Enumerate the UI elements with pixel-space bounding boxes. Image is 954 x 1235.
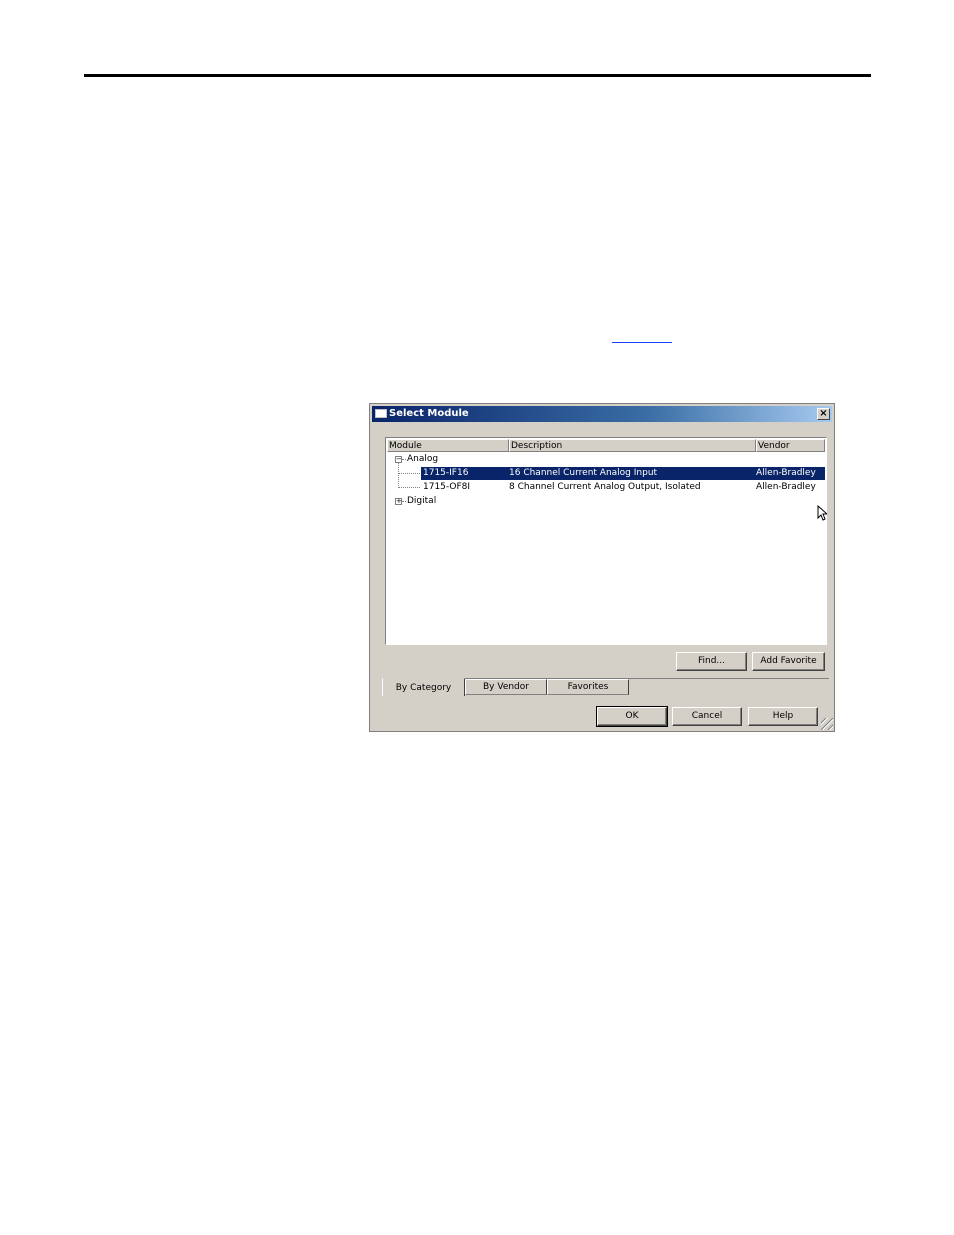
hyperlink-underline[interactable] (612, 342, 672, 343)
mouse-cursor-icon (817, 505, 827, 521)
module-list[interactable]: Module Description Vendor − Analog 1715-… (385, 437, 827, 645)
description-cell: 8 Channel Current Analog Output, Isolate… (509, 482, 701, 492)
tree-connector (398, 473, 420, 474)
resize-grip-icon[interactable] (821, 718, 833, 730)
dialog-title: Select Module (389, 408, 469, 419)
close-icon[interactable]: × (817, 408, 830, 420)
page-top-rule (84, 74, 871, 77)
cancel-button[interactable]: Cancel (672, 707, 742, 726)
tab-favorites[interactable]: Favorites (547, 679, 629, 695)
vendor-cell: Allen-Bradley (756, 482, 816, 492)
tree-line (398, 462, 399, 488)
expand-icon[interactable]: + (395, 498, 402, 505)
column-header-module[interactable]: Module (387, 439, 509, 452)
tree-label-analog: Analog (407, 454, 439, 464)
module-cell: 1715-OF8I (423, 482, 471, 492)
tree-label-digital: Digital (407, 496, 437, 506)
vendor-cell: Allen-Bradley (756, 468, 816, 478)
column-header-description[interactable]: Description (509, 439, 756, 452)
tab-by-category[interactable]: By Category (382, 678, 465, 696)
description-cell: 16 Channel Current Analog Input (509, 468, 658, 478)
add-favorite-button[interactable]: Add Favorite (752, 652, 825, 671)
help-button[interactable]: Help (748, 707, 818, 726)
find-button[interactable]: Find... (676, 652, 747, 671)
tab-by-vendor[interactable]: By Vendor (465, 679, 547, 695)
tree-node-analog[interactable]: − Analog (387, 453, 825, 466)
list-header: Module Description Vendor (387, 439, 825, 452)
module-cell: 1715-IF16 (423, 468, 469, 478)
column-header-vendor[interactable]: Vendor (756, 439, 825, 452)
module-row-1715-if16[interactable]: 1715-IF16 16 Channel Current Analog Inpu… (421, 467, 825, 480)
tree-connector (402, 459, 406, 460)
tree-node-digital[interactable]: + Digital (387, 495, 825, 508)
tree-connector (398, 487, 420, 488)
title-bar[interactable]: Select Module × (372, 406, 832, 422)
module-row-1715-of8i[interactable]: 1715-OF8I 8 Channel Current Analog Outpu… (421, 481, 825, 494)
tree-connector (402, 501, 406, 502)
window-icon (375, 409, 387, 418)
select-module-dialog: Select Module × Module Description Vendo… (369, 403, 835, 732)
ok-button[interactable]: OK (596, 706, 668, 727)
